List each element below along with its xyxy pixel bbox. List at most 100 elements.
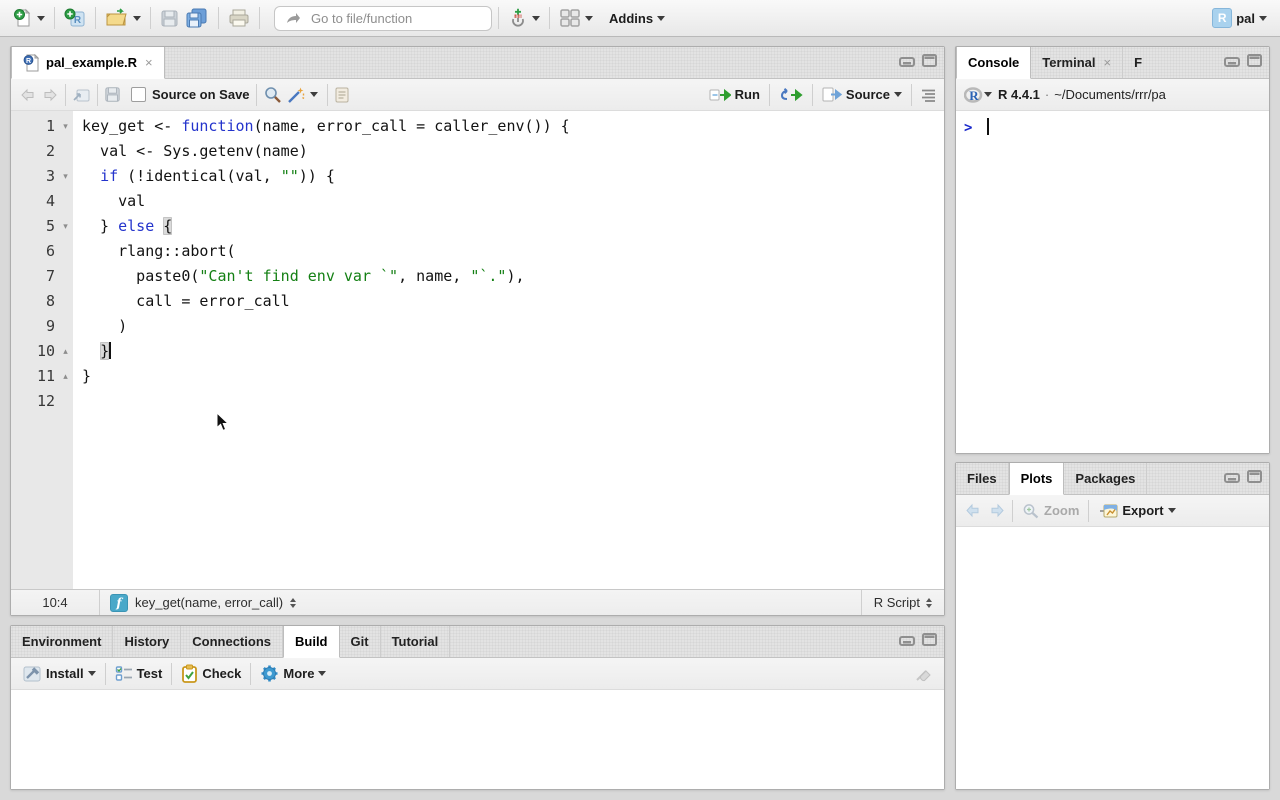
chevron-down-icon[interactable] xyxy=(984,92,992,97)
fold-marker[interactable]: ▴ xyxy=(58,339,73,364)
code-text: call = error_call xyxy=(73,289,290,314)
chevron-down-icon xyxy=(532,16,540,21)
addins-button[interactable]: Addins xyxy=(606,9,668,28)
session-button[interactable] xyxy=(505,5,543,31)
close-icon[interactable]: × xyxy=(1104,55,1112,70)
code-editor[interactable]: 1▾key_get <- function(name, error_call =… xyxy=(11,111,944,589)
code-line[interactable]: 1▾key_get <- function(name, error_call =… xyxy=(11,114,944,139)
code-line[interactable]: 4 val xyxy=(11,189,944,214)
print-button[interactable] xyxy=(225,6,253,30)
goto-file-function-box[interactable] xyxy=(274,6,492,31)
clear-broom-icon[interactable] xyxy=(914,665,936,683)
code-line[interactable]: 8 call = error_call xyxy=(11,289,944,314)
code-line[interactable]: 6 rlang::abort( xyxy=(11,239,944,264)
tab-plots[interactable]: Plots xyxy=(1009,463,1065,495)
tab-build[interactable]: Build xyxy=(283,626,340,658)
main-toolbar: R Addins R pal xyxy=(0,0,1280,37)
document-outline-icon[interactable] xyxy=(918,88,936,102)
minimize-pane-icon[interactable] xyxy=(1224,470,1241,483)
toolbar-separator xyxy=(54,7,55,29)
export-plot-button[interactable]: Export xyxy=(1095,501,1178,521)
tab-background-jobs[interactable]: F xyxy=(1123,47,1144,78)
compile-report-icon[interactable] xyxy=(334,86,350,104)
close-icon[interactable]: × xyxy=(145,55,153,70)
maximize-pane-icon[interactable] xyxy=(1247,470,1262,483)
next-plot-icon[interactable] xyxy=(988,503,1006,518)
fold-marker[interactable]: ▾ xyxy=(58,214,73,239)
pane-layout-button[interactable] xyxy=(556,6,596,30)
more-label: More xyxy=(283,666,314,681)
code-tools-button[interactable] xyxy=(283,84,321,106)
show-in-new-window-icon[interactable] xyxy=(72,87,91,103)
plots-toolbar: Zoom Export xyxy=(956,495,1269,527)
chevron-down-icon xyxy=(133,16,141,21)
tab-tutorial[interactable]: Tutorial xyxy=(381,626,451,657)
fold-marker[interactable]: ▾ xyxy=(58,114,73,139)
tab-git[interactable]: Git xyxy=(340,626,381,657)
new-file-button[interactable] xyxy=(10,6,48,30)
previous-plot-icon[interactable] xyxy=(964,503,982,518)
fold-marker[interactable]: ▴ xyxy=(58,364,73,389)
more-build-button[interactable]: More xyxy=(257,662,329,685)
rerun-button[interactable] xyxy=(776,85,806,104)
test-button[interactable]: Test xyxy=(112,663,166,685)
find-replace-icon[interactable] xyxy=(263,86,283,104)
tab-console[interactable]: Console xyxy=(956,47,1031,79)
maximize-pane-icon[interactable] xyxy=(922,54,937,67)
maximize-pane-icon[interactable] xyxy=(1247,54,1262,67)
save-button[interactable] xyxy=(157,7,182,30)
zoom-plot-button[interactable]: Zoom xyxy=(1019,501,1082,521)
tab-packages[interactable]: Packages xyxy=(1064,463,1147,494)
tab-label: Build xyxy=(295,634,328,649)
goto-file-function-input[interactable] xyxy=(309,10,463,27)
minimize-pane-icon[interactable] xyxy=(899,633,916,646)
code-line[interactable]: 12 xyxy=(11,389,944,414)
minimize-pane-icon[interactable] xyxy=(899,54,916,67)
editor-statusbar: 10:4 f key_get(name, error_call) R Scrip… xyxy=(11,589,944,615)
minimize-pane-icon[interactable] xyxy=(1224,54,1241,67)
tab-connections[interactable]: Connections xyxy=(181,626,283,657)
svg-text:R: R xyxy=(26,58,31,65)
doc-type-selector[interactable]: R Script xyxy=(861,590,944,615)
svg-text:R: R xyxy=(969,88,979,103)
tab-pal-example[interactable]: R pal_example.R × xyxy=(11,47,165,79)
toolbar-separator xyxy=(65,84,66,106)
code-line[interactable]: 2 val <- Sys.getenv(name) xyxy=(11,139,944,164)
console-toolbar: R R 4.4.1 · ~/Documents/rrr/pa xyxy=(956,79,1269,111)
code-line[interactable]: 10▴ } xyxy=(11,339,944,364)
source-label: Source xyxy=(846,87,890,102)
open-file-button[interactable] xyxy=(102,6,144,30)
save-all-button[interactable] xyxy=(182,6,212,30)
source-on-save-checkbox[interactable] xyxy=(131,87,146,102)
fold-marker xyxy=(58,289,73,314)
function-scope-selector[interactable]: f key_get(name, error_call) xyxy=(100,594,306,612)
save-icon[interactable] xyxy=(104,86,121,103)
code-line[interactable]: 9 ) xyxy=(11,314,944,339)
tab-environment[interactable]: Environment xyxy=(11,626,113,657)
code-line[interactable]: 5▾ } else { xyxy=(11,214,944,239)
install-button[interactable]: Install xyxy=(19,663,99,685)
code-line[interactable]: 11▴} xyxy=(11,364,944,389)
forward-icon[interactable] xyxy=(41,87,59,103)
new-project-button[interactable]: R xyxy=(61,6,89,30)
tab-terminal[interactable]: Terminal × xyxy=(1031,47,1123,78)
line-number: 3 xyxy=(11,164,58,189)
check-button[interactable]: Check xyxy=(178,662,244,685)
tab-files[interactable]: Files xyxy=(956,463,1009,494)
toolbar-separator xyxy=(250,663,251,685)
files-plots-pane: Files Plots Packages Zoom Export xyxy=(955,462,1270,790)
project-menu-button[interactable]: R pal xyxy=(1209,6,1270,30)
code-line[interactable]: 3▾ if (!identical(val, "")) { xyxy=(11,164,944,189)
run-button[interactable]: Run xyxy=(706,85,763,104)
fold-marker[interactable]: ▾ xyxy=(58,164,73,189)
chevron-down-icon xyxy=(1168,508,1176,513)
code-line[interactable]: 7 paste0("Can't find env var `", name, "… xyxy=(11,264,944,289)
source-button[interactable]: Source xyxy=(819,85,905,104)
line-number: 1 xyxy=(11,114,58,139)
tab-history[interactable]: History xyxy=(113,626,181,657)
maximize-pane-icon[interactable] xyxy=(922,633,937,646)
back-icon[interactable] xyxy=(19,87,37,103)
working-directory[interactable]: ~/Documents/rrr/pa xyxy=(1054,87,1166,102)
check-label: Check xyxy=(202,666,241,681)
console-output[interactable]: > xyxy=(956,111,1269,453)
